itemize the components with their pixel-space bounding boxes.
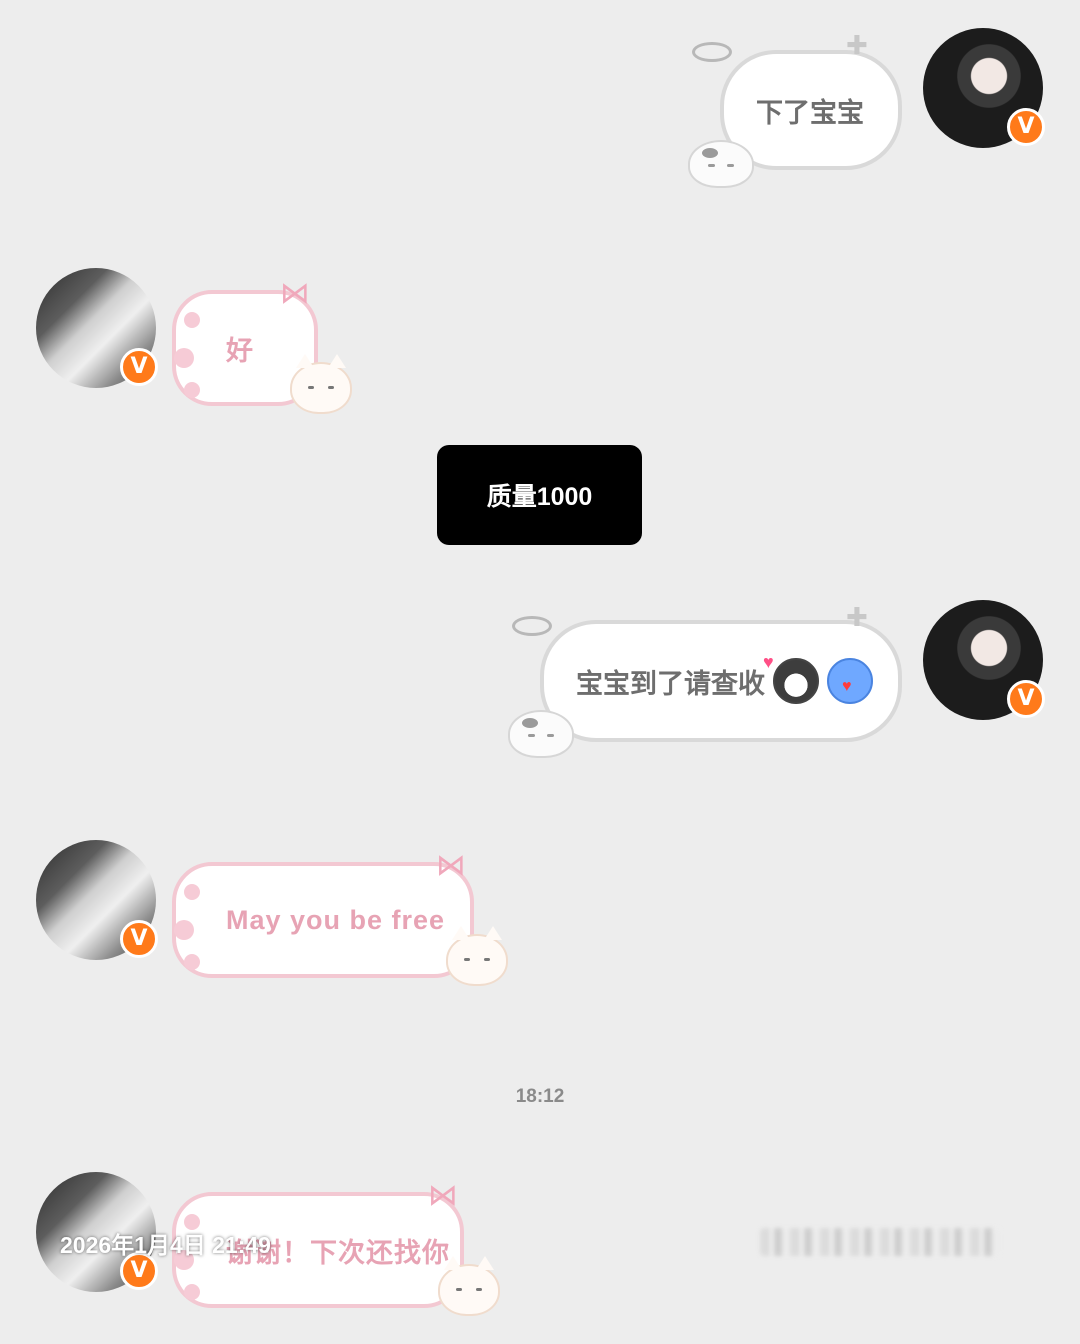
- bow-icon: ⋈: [436, 849, 466, 882]
- grey-cat-sticker-icon: [688, 140, 754, 188]
- blue-heart-emoji-icon: [827, 658, 873, 704]
- cat-heart-emoji-icon: [763, 652, 819, 704]
- verified-badge: V: [1007, 108, 1045, 146]
- wing-icon: ✚: [846, 602, 868, 632]
- message-text: 宝宝到了请查收: [576, 668, 765, 699]
- blurred-watermark-text: [760, 1228, 1000, 1256]
- white-kitten-sticker-icon: [446, 926, 508, 986]
- bow-icon: ⋈: [280, 277, 310, 310]
- system-notice: 质量1000: [437, 445, 642, 545]
- halo-icon: [512, 616, 552, 636]
- message-text: 下了宝宝: [756, 97, 864, 128]
- chat-timestamp: 18:12: [515, 1086, 565, 1107]
- verified-badge: V: [1007, 680, 1045, 718]
- verified-badge: V: [120, 920, 158, 958]
- halo-icon: [692, 42, 732, 62]
- avatar-self[interactable]: V: [923, 28, 1045, 148]
- verified-badge: V: [120, 348, 158, 386]
- white-kitten-sticker-icon: [438, 1256, 500, 1316]
- paw-icon: [174, 308, 204, 400]
- wing-icon: ✚: [846, 30, 868, 60]
- avatar-other[interactable]: V: [36, 268, 158, 388]
- date-watermark: 2026年1月4日 21:49: [60, 1232, 271, 1258]
- message-text: May you be free: [226, 904, 446, 935]
- message-text: 好: [226, 335, 254, 366]
- message-bubble-left[interactable]: May you be free: [172, 862, 474, 978]
- message-bubble-right[interactable]: 宝宝到了请查收: [540, 620, 902, 742]
- bow-icon: ⋈: [428, 1179, 458, 1212]
- avatar-self[interactable]: V: [923, 600, 1045, 720]
- grey-cat-sticker-icon: [508, 710, 574, 758]
- white-kitten-sticker-icon: [290, 354, 352, 414]
- avatar-other[interactable]: V: [36, 840, 158, 960]
- paw-icon: [174, 880, 204, 972]
